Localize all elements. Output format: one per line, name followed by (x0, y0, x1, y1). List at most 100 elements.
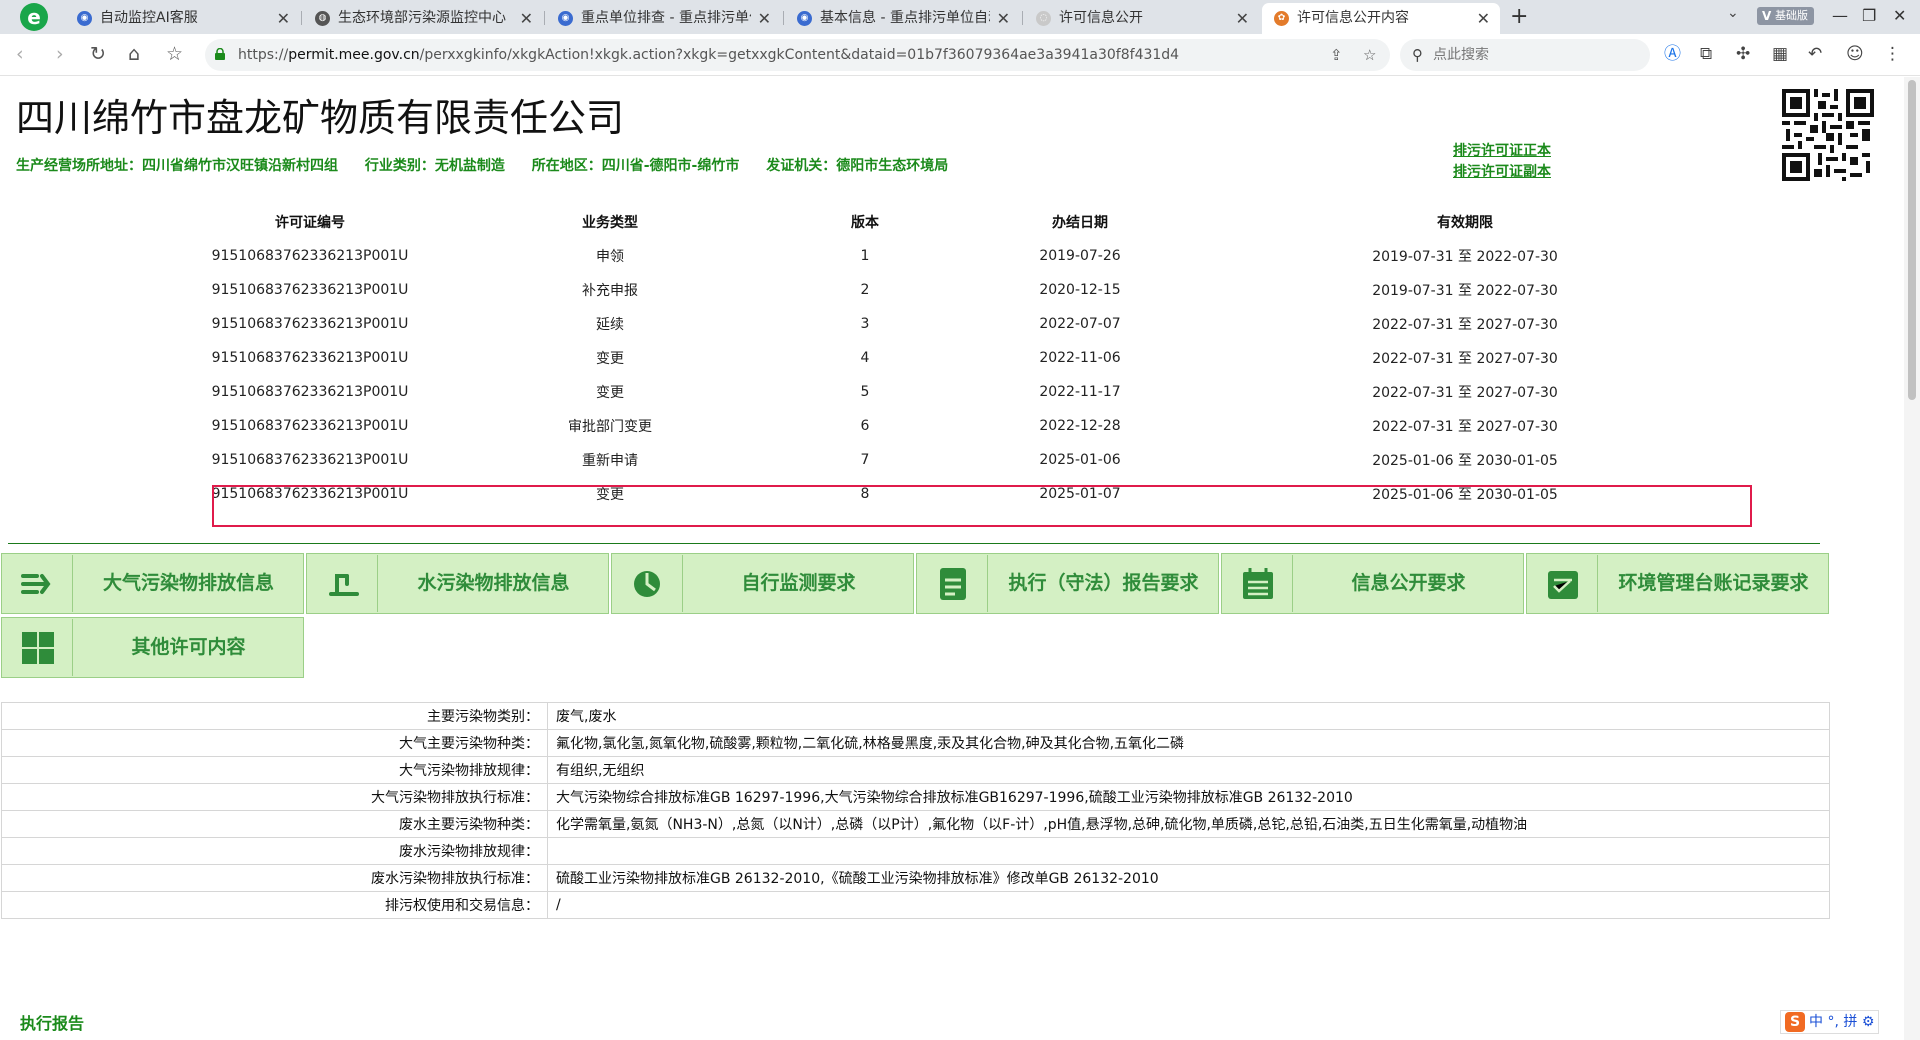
permit-copy-link[interactable]: 排污许可证副本 (1453, 162, 1551, 183)
date-cell: 2022-11-17 (1039, 384, 1121, 400)
detail-value: 化学需氧量,氨氮（NH3-N）,总氮（以N计）,总磷（以P计）,氟化物（以F-计… (547, 810, 1830, 838)
pollutant-details-table: 主要污染物类别： 废气,废水 大气主要污染物种类： 氟化物,氯化氢,氮氧化物,硫酸雾… (1, 702, 1830, 919)
grid-icon (3, 619, 73, 676)
favorite-star-icon[interactable]: ☆ (1363, 46, 1376, 64)
detail-row: 废水污染物排放规律： (1, 837, 1830, 865)
close-icon[interactable]: ✕ (1236, 3, 1249, 34)
company-meta: 生产经营场所地址：四川省绵竹市汉旺镇沿新村四组 行业类别：无机盐制造 所在地区：… (16, 155, 970, 175)
forward-icon[interactable]: › (56, 42, 64, 66)
ai-assistant-icon[interactable]: Ⓐ (1664, 43, 1681, 65)
detail-row: 大气主要污染物种类： 氟化物,氯化氢,氮氧化物,硫酸雾,颗粒物,二氧化硫,林格曼黑… (1, 729, 1830, 757)
account-icon[interactable]: ☺ (1846, 43, 1864, 65)
tab-title: 重点单位排查 - 重点排污单位 (581, 10, 751, 26)
tab-1[interactable]: ◉ 自动监控AI客服 ✕ (65, 3, 300, 34)
home-icon[interactable]: ⌂ (128, 42, 140, 66)
close-icon[interactable]: ✕ (1477, 3, 1490, 34)
tab-3[interactable]: ◉ 重点单位排查 - 重点排污单位 ✕ (546, 3, 781, 34)
compliance-report-button[interactable]: 执行（守法）报告要求 (916, 553, 1219, 614)
detail-key: 大气主要污染物种类： (1, 729, 548, 757)
detail-row: 废水污染物排放执行标准： 硫酸工业污染物排放标准GB 26132-2010,《硫酸… (1, 864, 1830, 892)
version-cell: 7 (860, 452, 870, 468)
tab-2[interactable]: ◍ 生态环境部污染源监控中心 ✕ (303, 3, 543, 34)
tab-4[interactable]: ◉ 基本信息 - 重点排污单位自动 ✕ (785, 3, 1020, 34)
permit-no-cell: 91510683762336213P001U (211, 384, 409, 400)
detail-row: 主要污染物类别： 废气,废水 (1, 702, 1830, 730)
date-cell: 2019-07-26 (1039, 248, 1121, 264)
other-permits-button[interactable]: 其他许可内容 (1, 617, 304, 678)
detail-key: 废水污染物排放执行标准： (1, 864, 548, 892)
back-icon[interactable]: ‹ (16, 42, 24, 66)
close-icon[interactable]: ✕ (277, 3, 290, 34)
edition-badge[interactable]: 基础版 (1757, 7, 1814, 25)
address-bar[interactable]: https://permit.mee.gov.cn/perxxgkinfo/xk… (205, 39, 1390, 71)
business-type-cell: 补充申报 (582, 283, 638, 299)
tab-title: 生态环境部污染源监控中心 (338, 10, 506, 26)
business-type-cell: 延续 (596, 317, 624, 333)
disclosure-button[interactable]: 信息公开要求 (1221, 553, 1524, 614)
address-text: 生产经营场所地址：四川省绵竹市汉旺镇沿新村四组 (16, 158, 338, 174)
nav-label: 信息公开要求 (1351, 572, 1466, 594)
crop-icon[interactable]: ⧉ (1700, 43, 1712, 65)
ime-lang[interactable]: 中 (1809, 1014, 1823, 1030)
detail-key: 大气污染物排放执行标准： (1, 783, 548, 811)
detail-key: 废水污染物排放规律： (1, 837, 548, 865)
nav-label: 自行监测要求 (741, 572, 856, 594)
tab-5[interactable]: ◌ 许可信息公开 ✕ (1024, 3, 1259, 34)
business-type-cell: 变更 (596, 385, 624, 401)
extensions-icon[interactable]: ✣ (1736, 43, 1750, 65)
sogou-ime-icon: S (1785, 1012, 1805, 1032)
share-icon[interactable]: ⇪ (1330, 46, 1343, 64)
water-emission-button[interactable]: 水污染物排放信息 (306, 553, 609, 614)
self-monitoring-button[interactable]: 自行监测要求 (611, 553, 914, 614)
date-cell: 2022-07-07 (1039, 316, 1121, 332)
scrollbar-thumb[interactable] (1908, 80, 1916, 400)
validity-cell: 2022-07-31 至 2027-07-30 (1372, 351, 1558, 367)
tab-list-chevron-icon[interactable]: ⌄ (1727, 5, 1739, 21)
validity-cell: 2019-07-31 至 2022-07-30 (1372, 249, 1558, 265)
restore-icon[interactable]: ❐ (1862, 3, 1876, 29)
tab-active[interactable]: ✿ 许可信息公开内容 ✕ (1262, 3, 1500, 34)
close-icon[interactable]: ✕ (997, 3, 1010, 34)
detail-row: 排污权使用和交易信息： / (1, 891, 1830, 919)
tab-title: 自动监控AI客服 (100, 10, 198, 26)
close-icon[interactable]: ✕ (758, 3, 771, 34)
air-flow-icon (3, 555, 73, 612)
ledger-button[interactable]: 环境管理台账记录要求 (1526, 553, 1829, 614)
section-divider (8, 543, 1820, 544)
search-box[interactable]: ⚲ 点此搜索 (1400, 39, 1650, 71)
ime-toolbar[interactable]: S中 °, 拼 ⚙ (1780, 1010, 1880, 1034)
url-scheme: https:// (238, 47, 289, 63)
permit-original-link[interactable]: 排污许可证正本 (1453, 141, 1551, 162)
header-business-type: 业务类型 (582, 215, 638, 231)
close-icon[interactable]: ✕ (520, 3, 533, 34)
reload-icon[interactable]: ↻ (90, 42, 106, 66)
menu-icon[interactable]: ⋮ (1884, 43, 1901, 65)
detail-row: 大气污染物排放规律： 有组织,无组织 (1, 756, 1830, 784)
permit-no-cell: 91510683762336213P001U (211, 316, 409, 332)
validity-cell: 2022-07-31 至 2027-07-30 (1372, 317, 1558, 333)
detail-key: 废水主要污染物种类： (1, 810, 548, 838)
tab-separator (301, 11, 302, 25)
minimize-icon[interactable]: — (1832, 3, 1848, 29)
settings-gear-icon[interactable]: ⚙ (1862, 1014, 1875, 1030)
sidebar-icon[interactable]: ▦ (1772, 43, 1788, 65)
nav-label: 环境管理台账记录要求 (1618, 572, 1809, 594)
detail-row: 废水主要污染物种类： 化学需氧量,氨氮（NH3-N）,总氮（以N计）,总磷（以P计… (1, 810, 1830, 838)
execution-report-heading[interactable]: 执行报告 (20, 1010, 84, 1034)
permit-history-table: 许可证编号 业务类型 版本 办结日期 有效期限 9151068376233621… (200, 205, 1700, 511)
undo-icon[interactable]: ↶ (1808, 43, 1822, 65)
punctuation-icon[interactable]: °, (1827, 1014, 1838, 1030)
window-close-icon[interactable]: ✕ (1893, 3, 1906, 29)
air-emission-button[interactable]: 大气污染物排放信息 (1, 553, 304, 614)
ime-mode[interactable]: 拼 (1843, 1014, 1857, 1030)
tab-title: 许可信息公开 (1059, 10, 1143, 26)
bookmark-star-icon[interactable]: ☆ (166, 42, 183, 66)
new-tab-button[interactable]: + (1510, 4, 1528, 30)
site-favicon-icon: ◉ (77, 11, 92, 26)
version-cell: 6 (860, 418, 870, 434)
detail-value: / (547, 891, 1830, 919)
business-type-cell: 变更 (596, 351, 624, 367)
page-scrollbar[interactable] (1904, 77, 1920, 1040)
site-favicon-icon: ◉ (558, 11, 573, 26)
highlight-annotation-box (212, 485, 1752, 527)
